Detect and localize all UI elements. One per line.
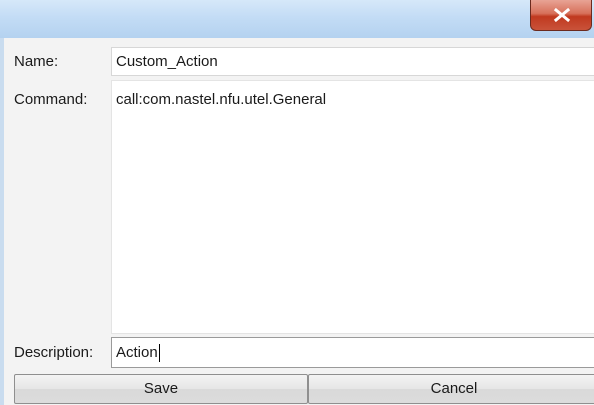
description-label: Description: xyxy=(14,344,94,361)
command-value: call:com.nastel.nfu.utel.General xyxy=(116,91,327,108)
title-bar xyxy=(0,0,594,39)
name-label: Name: xyxy=(14,53,59,70)
command-label: Command: xyxy=(14,91,88,108)
close-icon xyxy=(553,8,571,22)
description-field[interactable]: Action xyxy=(111,337,594,368)
name-value: Custom_Action xyxy=(116,53,218,70)
close-button[interactable] xyxy=(530,0,592,31)
name-field[interactable]: Custom_Action xyxy=(111,47,594,76)
command-field[interactable]: call:com.nastel.nfu.utel.General xyxy=(111,80,594,334)
cancel-button[interactable]: Cancel xyxy=(308,374,594,404)
description-value: Action xyxy=(116,344,158,361)
text-caret xyxy=(158,344,160,363)
save-button[interactable]: Save xyxy=(14,374,308,404)
